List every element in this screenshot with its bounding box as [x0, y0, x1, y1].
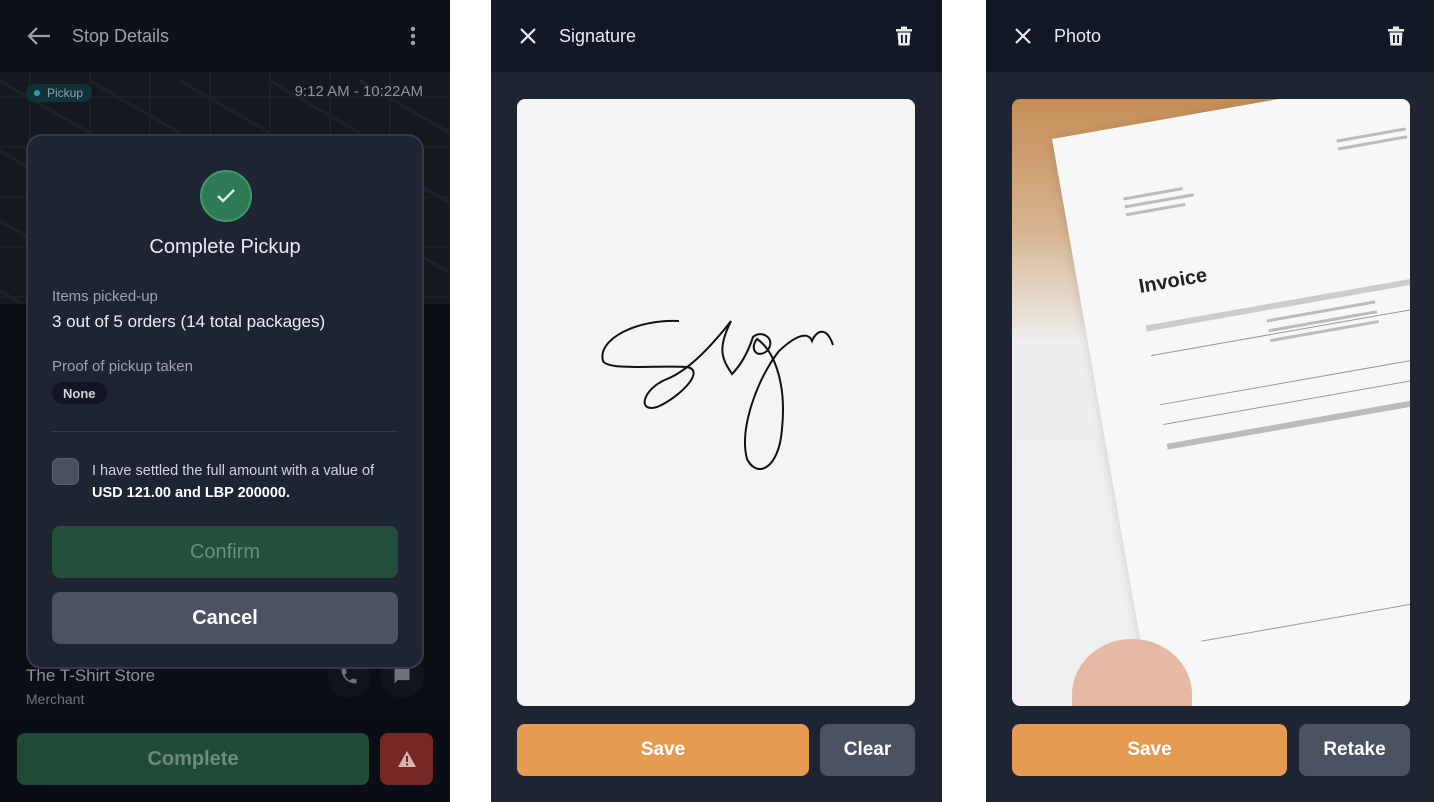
page-title: Stop Details	[72, 25, 170, 46]
cancel-button[interactable]: Cancel	[52, 592, 398, 644]
proof-label: Proof of pickup taken	[52, 358, 193, 375]
signature-screen: Signature Save Clear	[491, 0, 942, 802]
trash-icon[interactable]	[1388, 26, 1404, 46]
badge-label: Pickup	[47, 86, 84, 100]
chat-icon	[394, 668, 410, 684]
items-value: 3 out of 5 orders (14 total packages)	[52, 312, 326, 331]
divider	[52, 431, 398, 432]
phone-icon	[341, 668, 357, 684]
retake-button[interactable]: Retake	[1299, 724, 1410, 776]
time-window: 9:12 AM - 10:22AM	[294, 83, 423, 100]
success-check-icon	[200, 170, 252, 222]
close-icon[interactable]	[519, 27, 537, 45]
confirm-button[interactable]: Confirm	[52, 526, 398, 578]
status-badge: Pickup	[26, 84, 93, 102]
more-vertical-icon[interactable]	[410, 26, 416, 46]
clear-button[interactable]: Clear	[820, 724, 915, 776]
stop-details-screen: Stop Details Pickup 9:12 AM - 10:22AM Th…	[0, 0, 450, 802]
invoice-heading: Invoice	[1137, 264, 1209, 298]
page-title: Signature	[559, 25, 637, 46]
save-button[interactable]: Save	[1012, 724, 1287, 776]
signature-pad[interactable]	[517, 99, 915, 706]
photo-screen: Photo Invoice Save Retake	[986, 0, 1434, 802]
merchant-name: The T-Shirt Store	[26, 666, 156, 685]
signature-stroke	[601, 319, 834, 470]
save-button[interactable]: Save	[517, 724, 809, 776]
app-bar: Stop Details	[0, 0, 450, 72]
proof-value-chip: None	[52, 382, 107, 404]
complete-button[interactable]: Complete	[17, 733, 369, 785]
app-bar: Photo	[986, 0, 1434, 72]
trash-icon[interactable]	[896, 26, 912, 46]
warning-icon	[397, 751, 416, 767]
captured-photo: Invoice	[1012, 99, 1410, 706]
invoice-document: Invoice	[1052, 99, 1410, 706]
dot-icon	[34, 90, 40, 96]
close-icon[interactable]	[1014, 27, 1032, 45]
settled-checkbox-label[interactable]: I have settled the full amount with a va…	[92, 460, 404, 504]
items-label: Items picked-up	[52, 288, 158, 305]
settled-checkbox[interactable]	[52, 458, 79, 485]
report-issue-button[interactable]	[380, 733, 433, 785]
complete-pickup-dialog: Complete Pickup Items picked-up 3 out of…	[26, 134, 424, 669]
dialog-title: Complete Pickup	[149, 236, 301, 258]
page-title: Photo	[1054, 25, 1102, 46]
merchant-role: Merchant	[26, 691, 85, 707]
back-arrow-icon[interactable]	[26, 26, 52, 46]
app-bar: Signature	[491, 0, 942, 72]
